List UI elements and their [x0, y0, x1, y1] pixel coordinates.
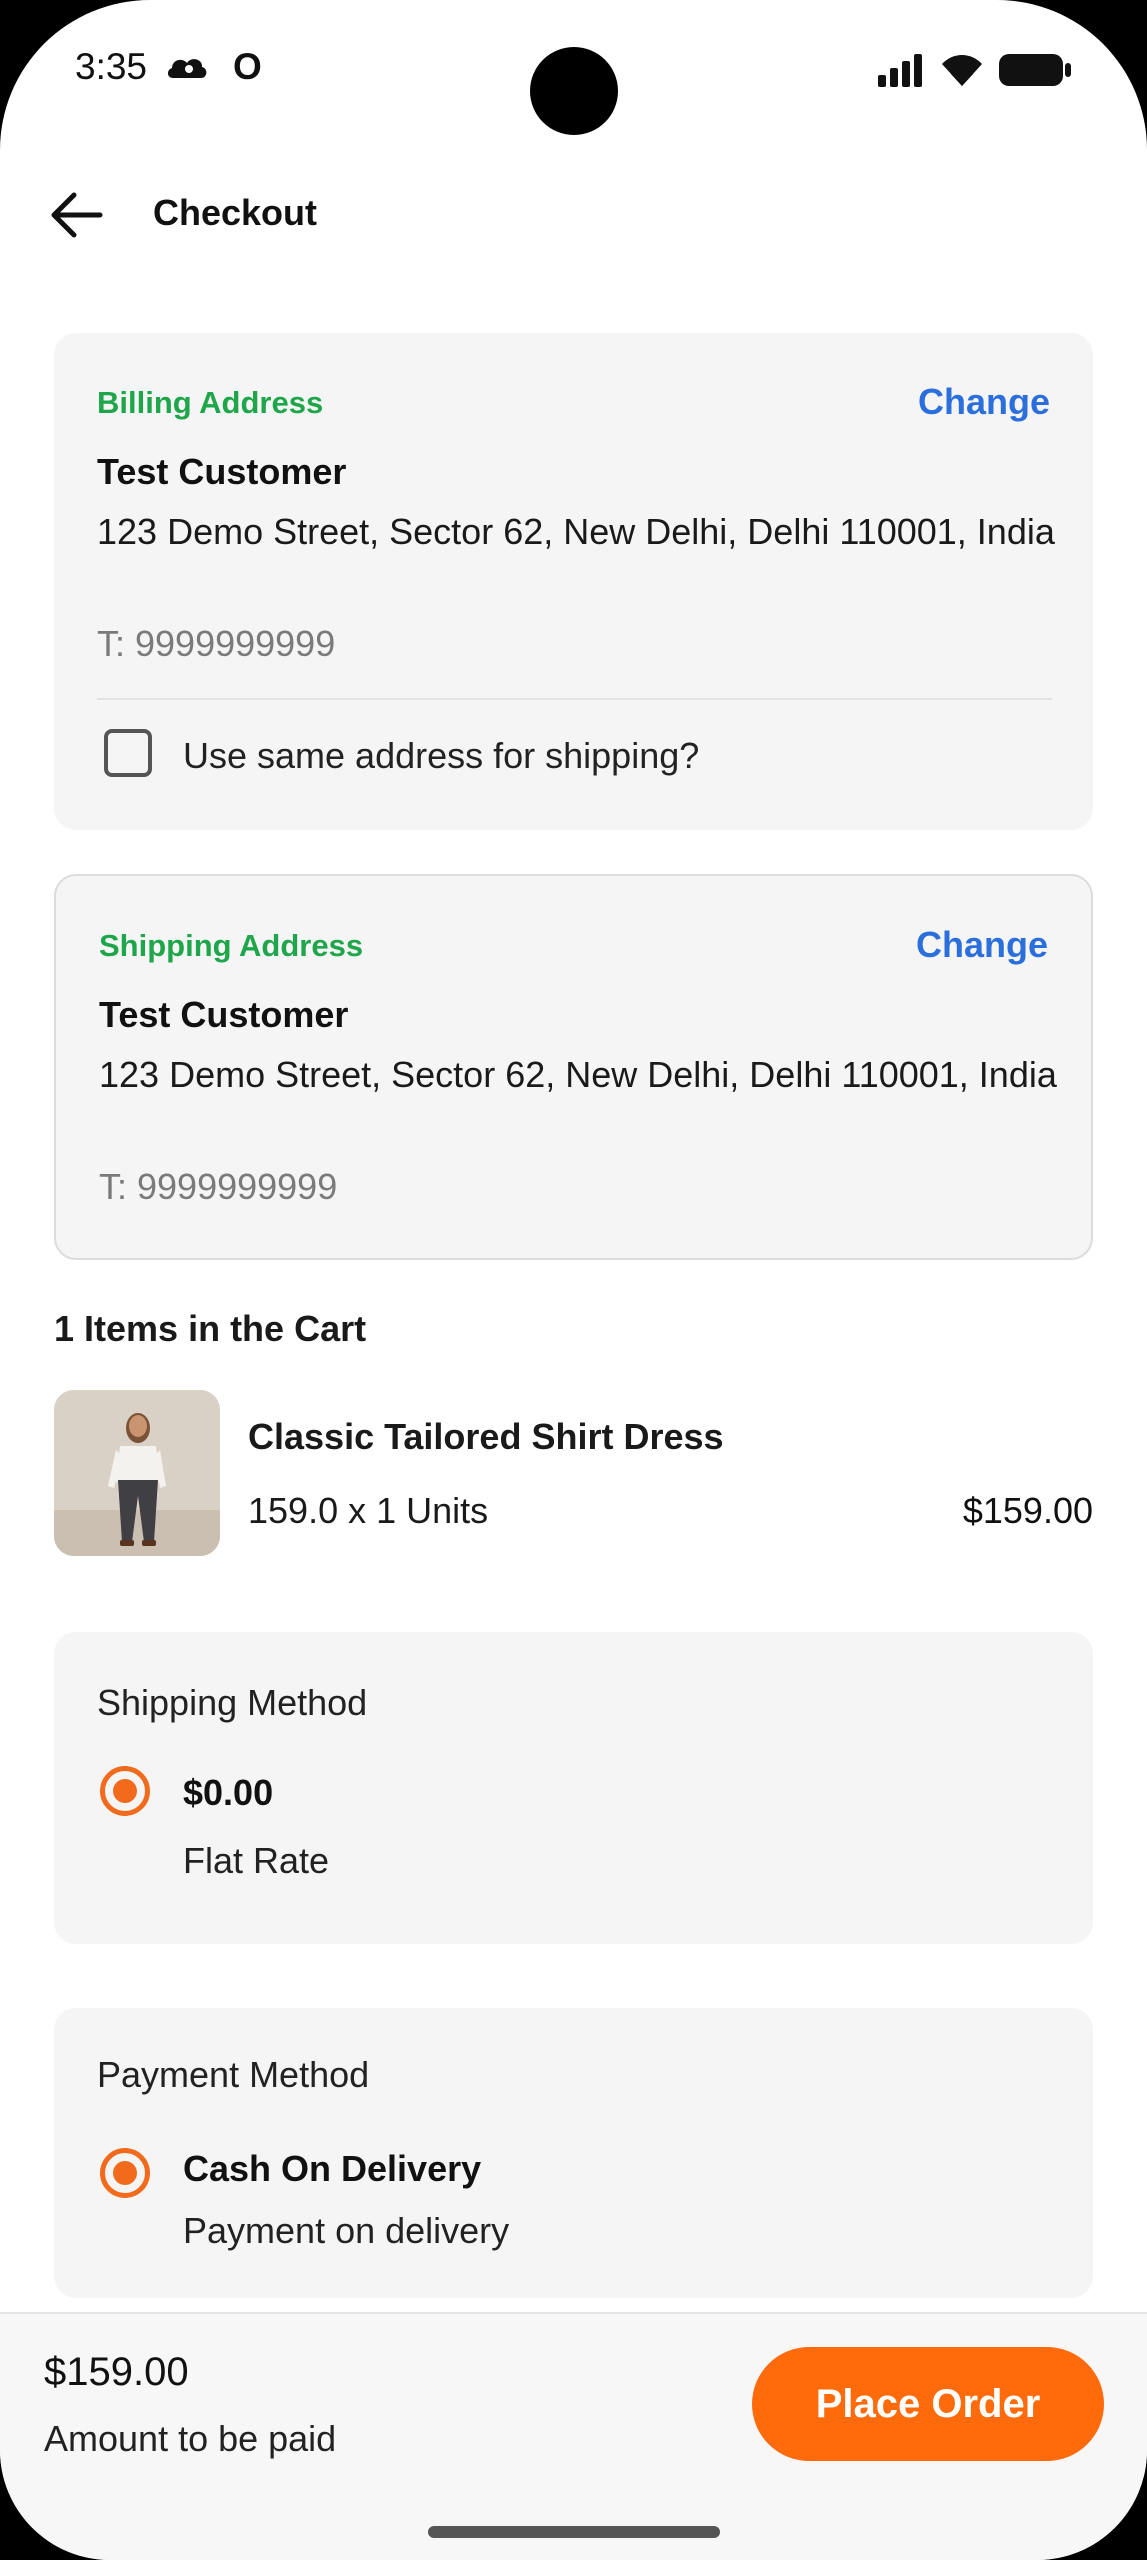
checkout-footer: $159.00 Amount to be paid Place Order	[0, 2312, 1147, 2560]
total-amount: $159.00	[44, 2350, 189, 2394]
billing-change-link[interactable]: Change	[918, 381, 1050, 423]
shipping-method-card: Shipping Method $0.00 Flat Rate	[54, 1632, 1093, 1944]
billing-phone: T: 9999999999	[97, 623, 336, 664]
shipping-address-label: Shipping Address	[99, 928, 364, 963]
phone-screen: 3:35 O Checkout Billing Address Change T…	[0, 0, 1147, 2560]
wifi-icon	[942, 55, 982, 86]
shipping-method-title: Shipping Method	[97, 1682, 368, 1723]
product-photo	[54, 1390, 220, 1556]
status-time: 3:35	[75, 46, 148, 87]
status-o-indicator: O	[233, 46, 262, 87]
total-label: Amount to be paid	[44, 2418, 337, 2459]
payment-method-card: Payment Method Cash On Delivery Payment …	[54, 2008, 1093, 2298]
app-header: Checkout	[0, 170, 1147, 260]
billing-divider	[97, 698, 1052, 700]
payment-option-name: Cash On Delivery	[183, 2148, 482, 2189]
status-bar: 3:35 O	[0, 0, 1147, 150]
place-order-button[interactable]: Place Order	[752, 2347, 1104, 2461]
payment-method-title: Payment Method	[97, 2054, 370, 2095]
arrow-left-icon[interactable]	[48, 190, 104, 240]
status-icons-right	[876, 50, 1072, 90]
battery-icon	[999, 54, 1071, 86]
billing-name: Test Customer	[97, 451, 347, 492]
shipping-address-card: Shipping Address Change Test Customer 12…	[54, 874, 1093, 1260]
billing-address-label: Billing Address	[97, 385, 324, 420]
billing-address-card: Billing Address Change Test Customer 123…	[54, 333, 1093, 830]
product-name: Classic Tailored Shirt Dress	[248, 1416, 724, 1457]
payment-option-radio[interactable]	[100, 2148, 150, 2198]
home-indicator[interactable]	[428, 2526, 720, 2538]
shipping-option-price: $0.00	[183, 1772, 274, 1813]
shipping-option-name: Flat Rate	[183, 1840, 330, 1881]
shipping-name: Test Customer	[99, 994, 349, 1035]
cloud-icon	[167, 59, 207, 78]
cart-heading: 1 Items in the Cart	[54, 1308, 367, 1349]
payment-option-description: Payment on delivery	[183, 2210, 510, 2251]
front-camera	[530, 47, 618, 135]
shipping-phone: T: 9999999999	[99, 1166, 338, 1207]
same-address-label: Use same address for shipping?	[183, 735, 700, 776]
product-image[interactable]	[54, 1390, 220, 1556]
product-quantity: 159.0 x 1 Units	[248, 1490, 489, 1531]
billing-address-text: 123 Demo Street, Sector 62, New Delhi, D…	[97, 511, 1055, 552]
shipping-address-text: 123 Demo Street, Sector 62, New Delhi, D…	[99, 1054, 1057, 1095]
shipping-change-link[interactable]: Change	[916, 924, 1048, 966]
shipping-option-radio[interactable]	[100, 1766, 150, 1816]
same-address-checkbox[interactable]	[104, 729, 152, 777]
signal-icon	[878, 54, 922, 87]
page-title: Checkout	[153, 192, 318, 233]
product-price: $159.00	[962, 1490, 1093, 1531]
